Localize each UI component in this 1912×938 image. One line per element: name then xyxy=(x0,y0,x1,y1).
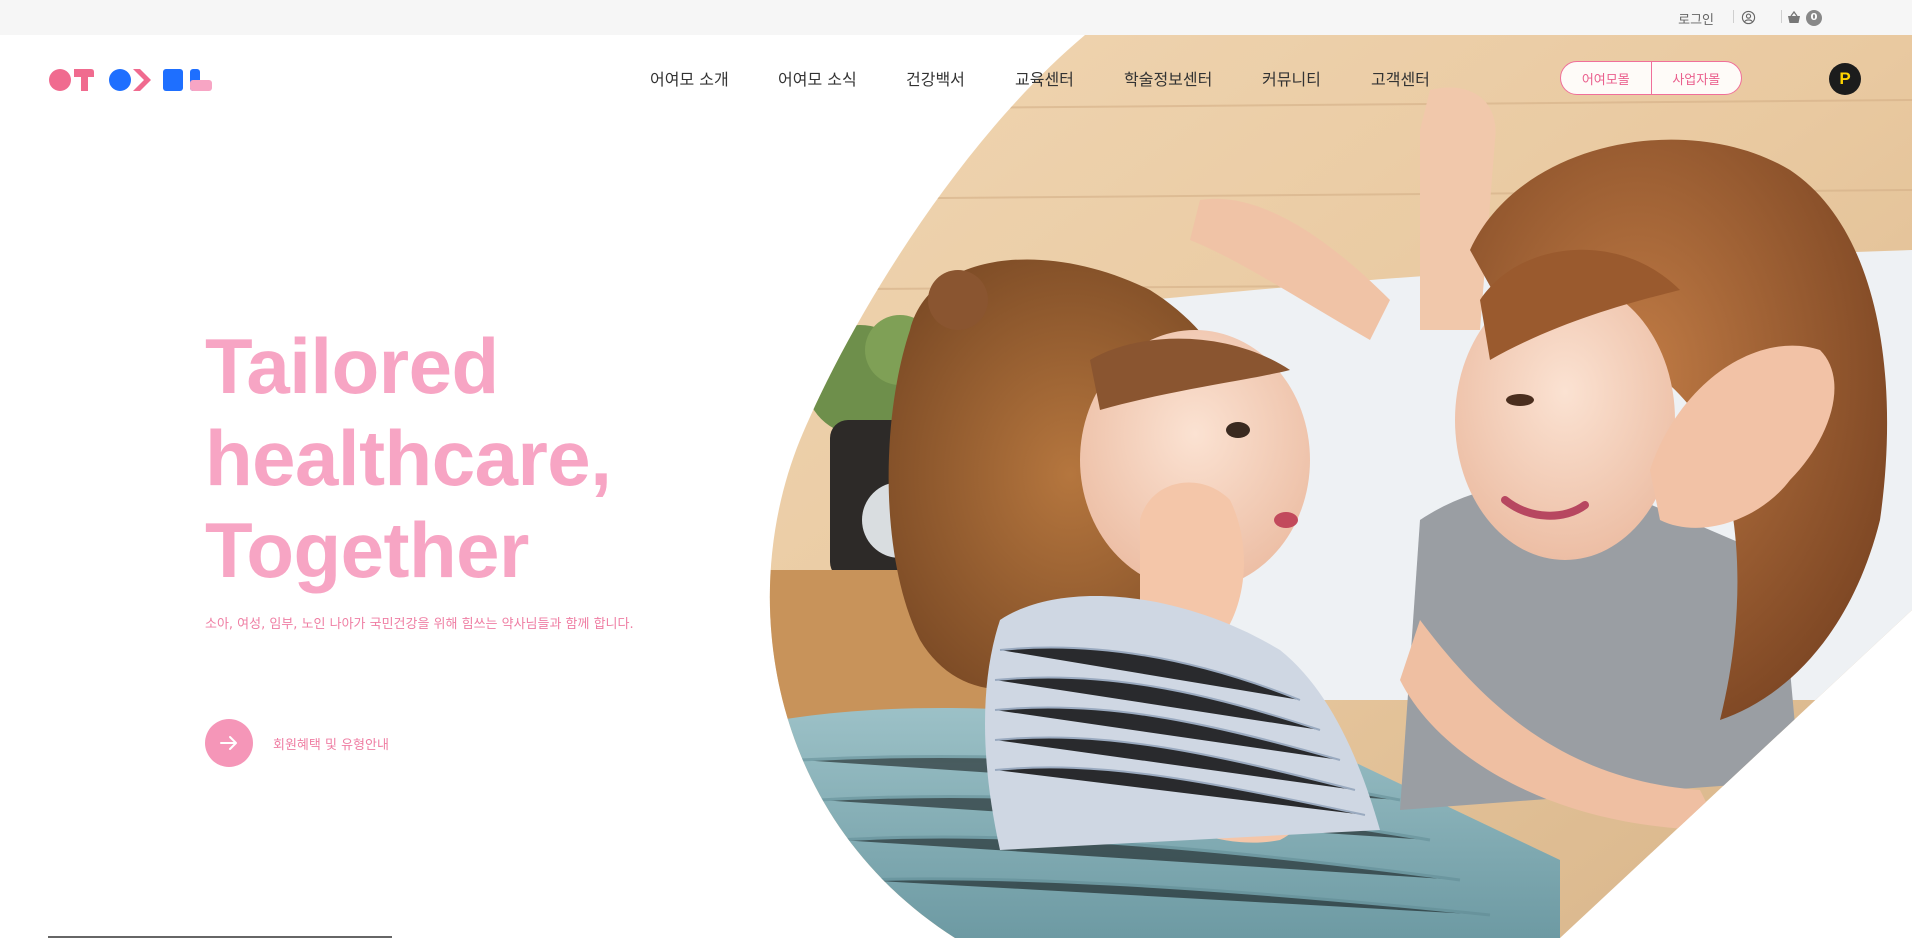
mall-button-group: 어여모몰 사업자몰 xyxy=(1560,61,1742,95)
hero-title: Tailored healthcare, Together xyxy=(205,320,805,596)
eoyeomo-mall-button[interactable]: 어여모몰 xyxy=(1561,62,1651,94)
user-circle-icon[interactable] xyxy=(1741,10,1756,25)
hero-title-line: Tailored xyxy=(205,322,499,410)
utility-divider xyxy=(1781,10,1782,23)
basket-icon[interactable] xyxy=(1786,10,1802,25)
membership-info-cta[interactable]: 회원혜택 및 유형안내 xyxy=(205,719,389,767)
nav-item-customer-center[interactable]: 고객센터 xyxy=(1371,66,1430,90)
hero-title-line: Together xyxy=(205,506,529,594)
nav-item-community[interactable]: 커뮤니티 xyxy=(1262,66,1321,90)
nav-item-academic-info[interactable]: 학술정보센터 xyxy=(1124,66,1212,90)
arrow-right-icon xyxy=(220,736,237,750)
point-icon: P xyxy=(1839,69,1851,88)
utility-bar: 로그인 0 xyxy=(0,0,1912,35)
cart-count-badge: 0 xyxy=(1806,10,1822,26)
hero-subtitle: 소아, 여성, 임부, 노인 나아가 국민건강을 위해 힘쓰는 약사님들과 함께… xyxy=(205,617,634,632)
utility-divider xyxy=(1733,10,1734,23)
nav-item-education[interactable]: 교육센터 xyxy=(1015,66,1074,90)
login-link[interactable]: 로그인 xyxy=(1678,9,1714,28)
cta-button[interactable] xyxy=(205,719,253,767)
cta-label[interactable]: 회원혜택 및 유형안내 xyxy=(273,734,389,753)
business-mall-button[interactable]: 사업자몰 xyxy=(1650,62,1742,94)
nav-item-health-whitepaper[interactable]: 건강백서 xyxy=(906,66,965,90)
nav-item-news[interactable]: 어여모 소식 xyxy=(778,66,857,90)
nav-item-about[interactable]: 어여모 소개 xyxy=(650,66,729,90)
hero-title-line: healthcare, xyxy=(205,414,612,502)
point-badge[interactable]: P xyxy=(1829,63,1861,95)
